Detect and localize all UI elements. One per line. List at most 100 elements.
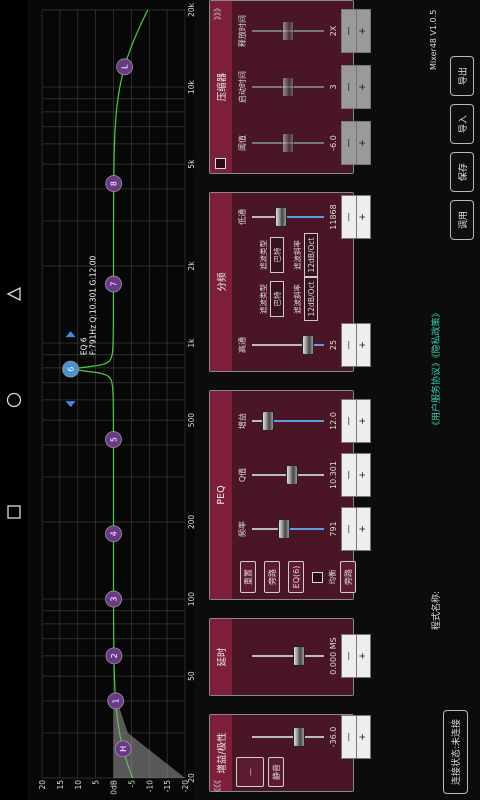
control-panel: 增益/极性 — 静音 -36.0 — + 延时 0.000 MS — + PEQ… — [197, 0, 480, 800]
policy-links[interactable]: 《用户服务协议》《隐私政策》 — [429, 308, 442, 430]
lp-plus-button[interactable]: + — [355, 196, 370, 238]
q-plus-button[interactable]: + — [355, 454, 370, 496]
threshold-label: 阈值 — [238, 135, 247, 151]
recents-icon[interactable] — [7, 505, 21, 519]
attack-minus-button[interactable]: — — [342, 66, 356, 108]
eq-graph-svg[interactable]: 20 15 10 5 0dB -5 -10 -15 -2020501002005001k2k5k… — [30, 0, 195, 800]
eq-graph[interactable]: 20 15 10 5 0dB -5 -10 -15 -20 20 50 100 200 500 1k 2k 5k… — [30, 0, 195, 800]
program-name: 程式名称: — [432, 590, 442, 630]
freq-slider-thumb[interactable] — [278, 519, 291, 539]
peq-gain-minus-button[interactable]: — — [342, 400, 356, 442]
next-page-arrow[interactable]: 》》》 — [212, 4, 223, 20]
back-icon[interactable] — [6, 286, 21, 302]
lp-minus-button[interactable]: — — [342, 196, 356, 238]
hp-minus-button[interactable]: — — [342, 324, 356, 366]
q-slider-thumb[interactable] — [285, 465, 298, 485]
attack-label: 启动时间 — [238, 71, 247, 103]
peq-bypass-button[interactable]: 旁路 — [264, 561, 280, 593]
delay-stepper: — + — [341, 634, 371, 678]
hp-slider-thumb[interactable] — [302, 335, 315, 355]
peq-gain-stepper: — + — [341, 399, 371, 443]
freq-stepper: — + — [341, 507, 371, 551]
lp-value: 11868 — [329, 204, 338, 230]
peq-preset-button[interactable]: 旁路 — [340, 561, 356, 593]
eq-node-label: 5 — [109, 437, 118, 442]
freq-plus-button[interactable]: + — [355, 508, 370, 550]
release-label: 释放时间 — [238, 15, 247, 47]
hp-slope-label: 滤波斜率 — [293, 284, 302, 314]
y-tick: 10 — [74, 780, 83, 790]
eq-node-label: 3 — [110, 597, 119, 602]
q-minus-button[interactable]: — — [342, 454, 356, 496]
prev-page-arrow[interactable]: 《《《 — [212, 780, 223, 796]
lp-slider-thumb[interactable] — [274, 207, 287, 227]
eq-node-label: 1 — [112, 698, 121, 703]
peq-title: PEQ — [215, 485, 227, 505]
peq-eq-checkbox[interactable] — [312, 572, 323, 583]
q-value: 10.301 — [329, 461, 338, 489]
freq-label: 频率 — [238, 521, 247, 537]
x-tick: 50 — [187, 671, 195, 681]
peq-reset-button[interactable]: 重置 — [240, 561, 256, 593]
y-tick: 0dB — [110, 780, 119, 795]
gain-slider-thumb[interactable] — [292, 727, 305, 747]
peq-gain-plus-button[interactable]: + — [355, 400, 370, 442]
x-tick: 500 — [187, 413, 195, 428]
eq-tooltip-title: EQ 6 — [80, 337, 89, 355]
delay-plus-button[interactable]: + — [355, 635, 370, 677]
threshold-minus-button[interactable]: — — [342, 122, 356, 164]
y-tick: 5 — [92, 780, 101, 785]
attack-plus-button[interactable]: + — [355, 66, 370, 108]
threshold-stepper: — + — [341, 121, 371, 165]
release-plus-button[interactable]: + — [355, 10, 370, 52]
gain-minus-button[interactable]: — — [342, 716, 356, 758]
compressor-card: 压缩器 阈值 -6.0 — + 启动时间 3 — + 释放时间 2X — + — [209, 0, 371, 174]
attack-value: 3 — [329, 84, 338, 90]
q-label: Q值 — [238, 467, 247, 483]
attack-stepper: — + — [341, 65, 371, 109]
node-arrow-right-icon[interactable] — [65, 331, 76, 338]
threshold-slider-thumb[interactable] — [282, 133, 294, 153]
eq-node-label: 8 — [110, 181, 119, 186]
hp-label: 高通 — [238, 337, 247, 353]
delay-slider-track[interactable] — [252, 655, 324, 657]
y-tick: -15 — [163, 780, 172, 792]
freq-slider-fill — [284, 528, 324, 530]
mute-button[interactable]: 静音 — [268, 757, 284, 787]
delay-slider-thumb[interactable] — [292, 646, 305, 666]
phase-button[interactable]: — — [236, 757, 264, 787]
action-button-2[interactable]: 导入 — [450, 104, 474, 144]
x-tick: 20k — [187, 2, 195, 17]
threshold-plus-button[interactable]: + — [355, 122, 370, 164]
compressor-enable-checkbox[interactable] — [215, 158, 226, 169]
x-tick: 100 — [187, 592, 195, 607]
hp-slope-select[interactable]: 12dB/Oct — [304, 277, 318, 321]
peq-gain-slider-thumb[interactable] — [261, 411, 274, 431]
action-button-0[interactable]: 调用 — [450, 200, 474, 240]
crossover-title: 分频 — [217, 272, 228, 292]
peq-card: PEQ 重置 旁路 EQ(6) 均衡 旁路 频率 791 — + Q值 10.301… — [209, 390, 371, 600]
node-arrow-left-icon[interactable] — [65, 401, 76, 408]
peq-check-label: 均衡 — [328, 569, 337, 585]
freq-minus-button[interactable]: — — [342, 508, 356, 550]
lp-type-select[interactable]: 巴特 — [270, 237, 284, 273]
gain-slider-track[interactable] — [252, 736, 324, 738]
gain-plus-button[interactable]: + — [355, 716, 370, 758]
y-tick: -10 — [145, 780, 154, 792]
connect-status[interactable]: 连接状态:未连接 — [443, 709, 468, 794]
delay-card: 延时 0.000 MS — + — [209, 618, 371, 696]
version-label: Mixer48 V1.0.5 — [429, 9, 438, 70]
action-button-1[interactable]: 保存 — [450, 152, 474, 192]
action-button-3[interactable]: 导出 — [450, 56, 474, 96]
delay-minus-button[interactable]: — — [342, 635, 356, 677]
peq-gain-value: 12.0 — [329, 412, 338, 430]
hp-plus-button[interactable]: + — [355, 324, 370, 366]
release-slider-thumb[interactable] — [282, 21, 294, 41]
home-icon[interactable] — [6, 392, 22, 408]
x-tick: 200 — [187, 515, 195, 530]
release-minus-button[interactable]: — — [342, 10, 356, 52]
hp-type-select[interactable]: 巴特 — [270, 281, 284, 317]
crossover-card: 分频 高通 25 — + 滤波类型 巴特 滤波斜率 12dB/Oct 滤波类型 巴… — [209, 192, 371, 372]
attack-slider-thumb[interactable] — [282, 77, 294, 97]
peq-band-button[interactable]: EQ(6) — [288, 561, 304, 593]
